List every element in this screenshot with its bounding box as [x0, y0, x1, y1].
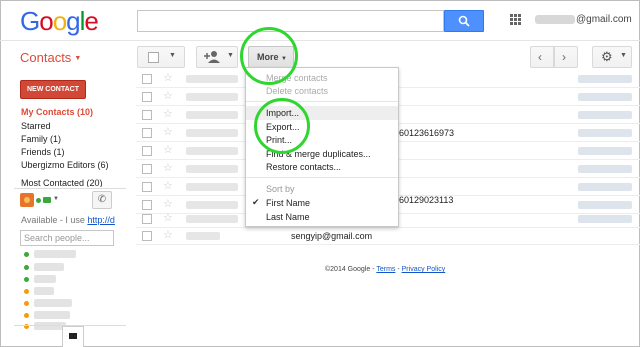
- contact-email-blurred: [578, 129, 632, 137]
- contact-name-blurred: [186, 111, 238, 119]
- caret-down-icon: ▼: [620, 52, 627, 59]
- caret-down-icon: ▼: [227, 52, 234, 59]
- privacy-policy-link[interactable]: Privacy Policy: [402, 266, 446, 273]
- contact-name-blurred: [186, 93, 238, 101]
- sidebar-divider: [14, 188, 126, 189]
- apps-grid-icon[interactable]: [510, 14, 522, 26]
- previous-page-button[interactable]: ‹: [530, 46, 554, 68]
- chat-status-message[interactable]: Available - I use http://d: [21, 215, 115, 225]
- google-logo[interactable]: Google: [20, 6, 99, 37]
- terms-link[interactable]: Terms: [376, 266, 395, 273]
- sidebar-item-starred[interactable]: Starred: [21, 121, 51, 131]
- row-checkbox[interactable]: [142, 164, 152, 174]
- star-icon[interactable]: ☆: [163, 89, 173, 102]
- contacts-app-switcher[interactable]: Contacts ▼: [20, 50, 81, 65]
- add-person-icon: [204, 51, 220, 63]
- contact-email-blurred: [578, 111, 632, 119]
- checkbox-icon: [148, 52, 159, 63]
- status-link[interactable]: http://d: [87, 215, 115, 225]
- search-button[interactable]: [444, 10, 484, 32]
- next-page-button[interactable]: ›: [554, 46, 578, 68]
- phone-call-button[interactable]: ✆: [92, 191, 112, 209]
- contact-name-blurred: [186, 129, 238, 137]
- sidebar-item-friends[interactable]: Friends (1): [21, 147, 65, 157]
- chevron-left-icon: ‹: [538, 50, 542, 64]
- highlight-ring-import-export: [254, 98, 310, 154]
- caret-down-icon: ▼: [169, 52, 176, 59]
- contact-name-blurred: [186, 147, 238, 155]
- contact-email-blurred: [578, 147, 632, 155]
- phone-icon: ✆: [97, 194, 107, 205]
- sidebar-item-my-contacts[interactable]: My Contacts (10): [21, 107, 93, 117]
- menu-divider: [246, 177, 398, 178]
- new-contact-button[interactable]: NEW CONTACT: [20, 80, 86, 99]
- row-checkbox[interactable]: [142, 74, 152, 84]
- star-icon[interactable]: ☆: [163, 211, 173, 224]
- settings-button[interactable]: ⚙ ▼: [592, 46, 632, 68]
- contact-email-blurred: [578, 93, 632, 101]
- contact-name-blurred: [186, 215, 238, 223]
- select-menu-button[interactable]: ▼: [137, 46, 185, 68]
- star-icon[interactable]: ☆: [163, 143, 173, 156]
- contact-name-blurred: [186, 165, 238, 173]
- row-checkbox[interactable]: [142, 110, 152, 120]
- menu-item-sort-last-name[interactable]: Last Name: [266, 212, 310, 222]
- status-online-icon[interactable]: [36, 198, 41, 203]
- contact-email-blurred: [578, 215, 632, 223]
- sidebar-item-most-contacted[interactable]: Most Contacted (20): [21, 178, 103, 187]
- header-divider: [0, 40, 640, 41]
- row-checkbox[interactable]: [142, 146, 152, 156]
- contact-name-blurred: [186, 183, 238, 191]
- row-checkbox[interactable]: [142, 214, 152, 224]
- star-icon[interactable]: ☆: [163, 228, 173, 241]
- video-camera-icon[interactable]: [43, 197, 51, 203]
- footer: ©2014 Google - Terms - Privacy Policy: [325, 266, 446, 273]
- menu-section-sort-by: Sort by: [266, 184, 295, 194]
- table-row[interactable]: ☆ sengyip@gmail.com: [136, 227, 640, 245]
- contact-name-blurred: [186, 232, 220, 240]
- account-name-blurred: [535, 14, 575, 24]
- search-input[interactable]: [137, 10, 444, 32]
- sidebar-item-ubergizmo-editors[interactable]: Ubergizmo Editors (6): [21, 160, 109, 170]
- search-people-input[interactable]: Search people...: [20, 230, 114, 246]
- search-icon: [458, 15, 470, 27]
- highlight-ring-more: [240, 27, 298, 85]
- caret-down-icon: ▼: [74, 55, 82, 63]
- star-icon[interactable]: ☆: [163, 125, 173, 138]
- chat-bubble-icon: [69, 333, 77, 339]
- sidebar-item-family[interactable]: Family (1): [21, 134, 61, 144]
- gear-icon: ⚙: [601, 49, 613, 64]
- add-to-group-button[interactable]: ▼: [196, 46, 238, 68]
- menu-item-restore-contacts[interactable]: Restore contacts...: [266, 162, 341, 172]
- chat-toggle-button[interactable]: [62, 326, 84, 347]
- contact-email-blurred: [578, 183, 632, 191]
- star-icon[interactable]: ☆: [163, 107, 173, 120]
- caret-down-icon[interactable]: ▼: [53, 196, 59, 202]
- row-checkbox[interactable]: [142, 92, 152, 102]
- chevron-right-icon: ›: [562, 50, 566, 64]
- contact-email-blurred: [578, 75, 632, 83]
- row-checkbox[interactable]: [142, 128, 152, 138]
- menu-item-sort-first-name[interactable]: First Name: [266, 198, 310, 208]
- account-email[interactable]: @gmail.com: [535, 14, 632, 25]
- checkmark-icon: ✔: [252, 197, 260, 207]
- contact-email-blurred: [578, 165, 632, 173]
- star-icon[interactable]: ☆: [163, 71, 173, 84]
- chat-avatar[interactable]: [20, 193, 34, 207]
- menu-item-delete-contacts: Delete contacts: [266, 86, 329, 96]
- star-icon[interactable]: ☆: [163, 161, 173, 174]
- row-checkbox[interactable]: [142, 231, 152, 241]
- contact-name-blurred: [186, 75, 238, 83]
